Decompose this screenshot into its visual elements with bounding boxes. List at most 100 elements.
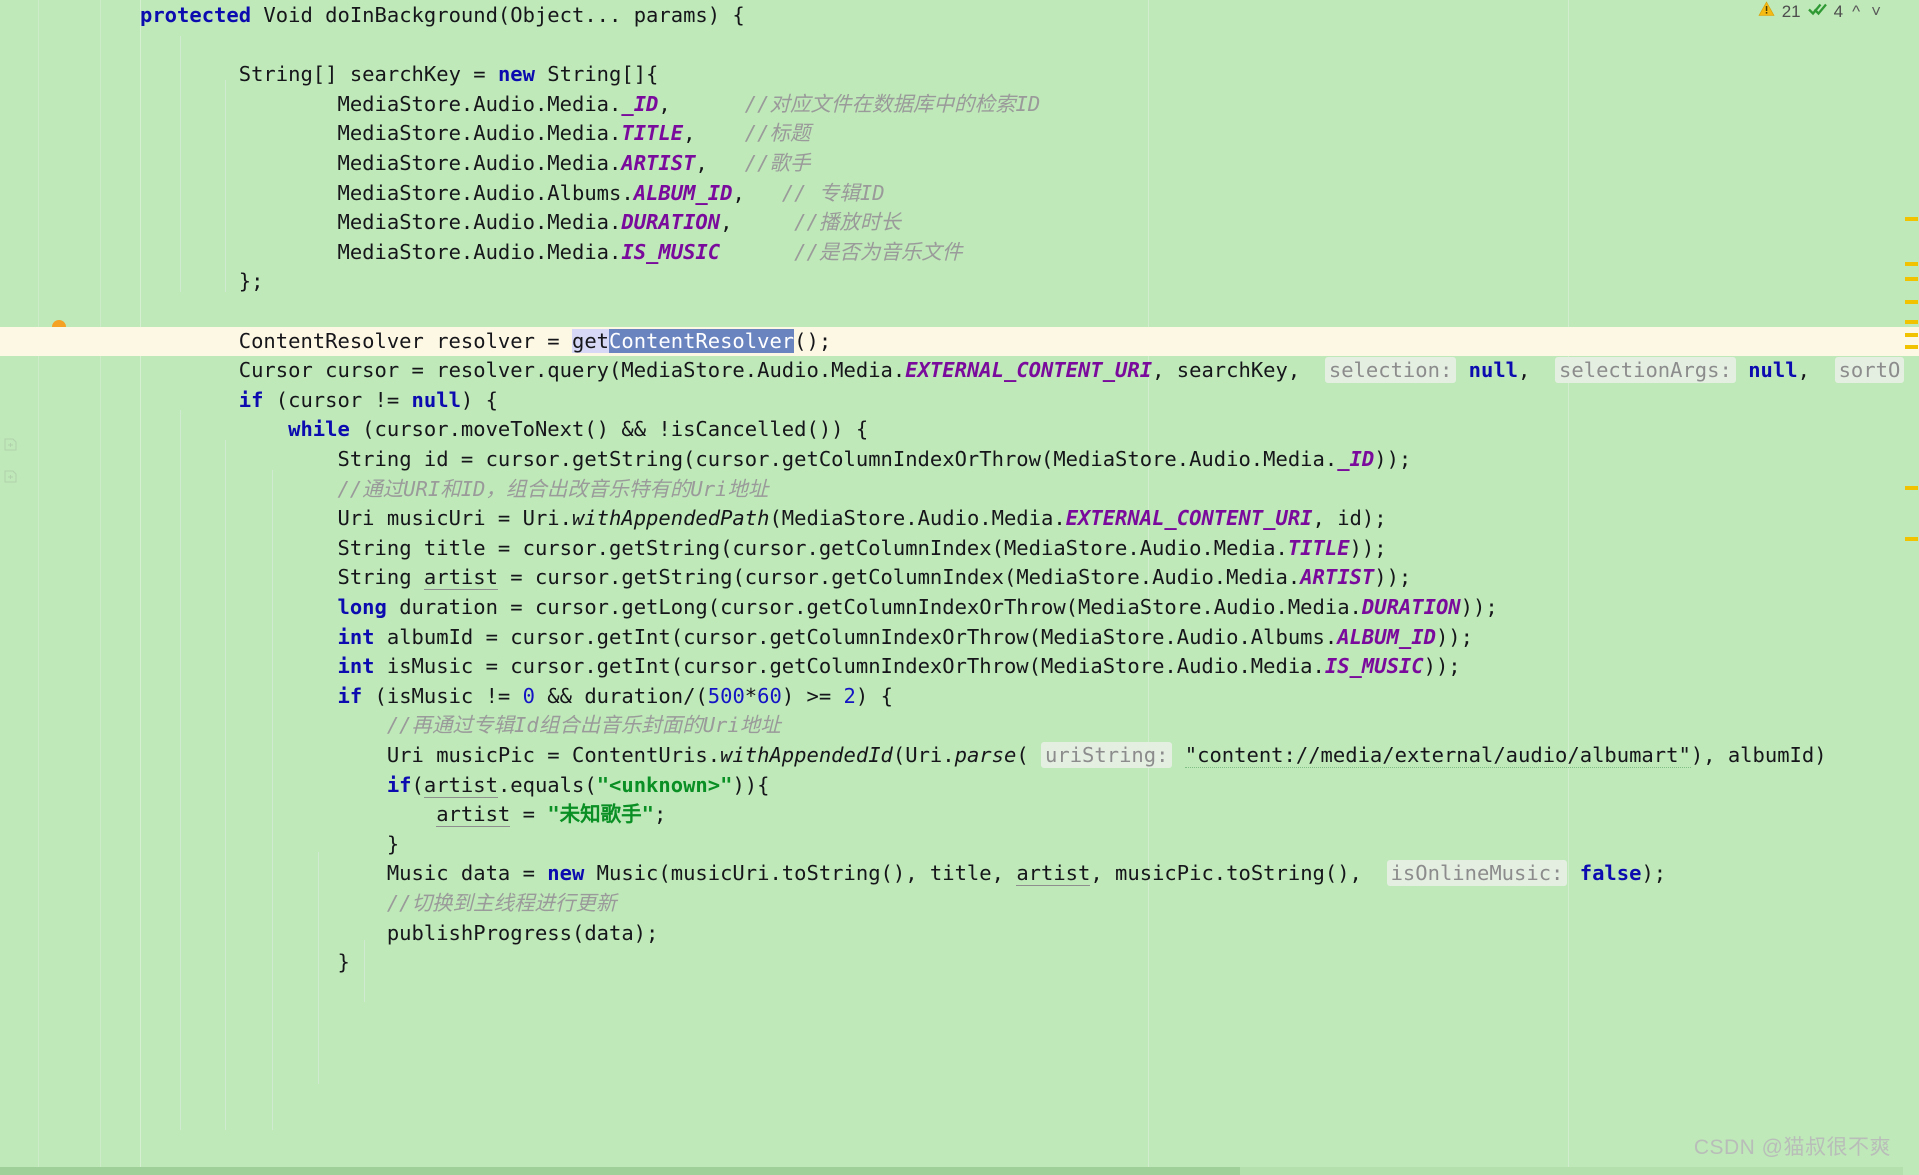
error-stripe-mark[interactable] [1905,333,1918,337]
code-line[interactable] [0,31,1919,61]
horizontal-scrollbar-thumb[interactable] [0,1167,1240,1175]
code-token: , [1797,358,1835,383]
code-line[interactable]: MediaStore.Audio.Media._ID, //对应文件在数据库中的… [0,90,1919,120]
code-line[interactable]: //切换到主线程进行更新 [0,889,1919,919]
code-line[interactable]: Cursor cursor = resolver.query(MediaStor… [0,356,1919,386]
chevron-down-icon[interactable]: ˅ [1869,3,1883,20]
code-line[interactable]: }; [0,267,1919,297]
code-line[interactable]: long duration = cursor.getLong(cursor.ge… [0,593,1919,623]
code-token: )); [1435,624,1473,649]
code-token: //歌手 [744,151,811,175]
error-stripe-mark[interactable] [1905,262,1918,266]
code-line[interactable]: while (cursor.moveToNext() && !isCancell… [0,415,1919,445]
code-token: , [732,180,745,205]
code-line[interactable] [0,297,1919,327]
error-stripe-mark[interactable] [1905,217,1918,221]
code-line[interactable]: artist = "未知歌手"; [0,800,1919,830]
code-line[interactable]: String[] searchKey = new String[]{ [0,60,1919,90]
code-token: (cursor != [263,387,412,412]
code-line[interactable]: MediaStore.Audio.Media.ARTIST, //歌手 [0,149,1919,179]
code-line[interactable]: if (isMusic != 0 && duration/(500*60) >=… [0,682,1919,712]
code-token: isMusic = cursor.getInt(cursor.getColumn… [374,654,1325,679]
error-stripe-mark[interactable] [1905,300,1918,304]
code-line[interactable]: String id = cursor.getString(cursor.getC… [0,445,1919,475]
code-line[interactable]: //再通过专辑Id组合出音乐封面的Uri地址 [0,711,1919,741]
code-line[interactable]: Uri musicUri = Uri.withAppendedPath(Medi… [0,504,1919,534]
warning-count: 21 [1781,1,1801,21]
code-token: withAppendedPath [571,506,770,531]
code-token: * [744,683,758,708]
code-token: 60 [757,683,782,708]
code-token: (isMusic != [362,683,523,708]
code-line[interactable]: Music data = new Music(musicUri.toString… [0,859,1919,889]
inspection-widget[interactable]: 21 4 ^ ˅ [1758,1,1883,22]
code-token: TITLE [621,121,684,146]
code-token: IS_MUSIC [621,239,721,264]
code-token: Uri musicPic = ContentUris. [386,743,721,767]
code-line[interactable]: int isMusic = cursor.getInt(cursor.getCo… [0,652,1919,682]
code-token: //对应文件在数据库中的检索ID [744,91,1041,116]
code-content[interactable]: protected Void doInBackground(Object... … [0,0,1919,1175]
code-line[interactable]: publishProgress(data); [0,919,1919,949]
error-stripe-mark[interactable] [1905,537,1918,541]
code-token: if [386,772,412,797]
error-stripe-mark[interactable] [1905,277,1918,281]
error-stripe-mark[interactable] [1905,486,1918,490]
code-line[interactable]: int albumId = cursor.getInt(cursor.getCo… [0,623,1919,653]
code-token: ) { [460,387,498,412]
code-token: ( [411,772,424,797]
code-token: artist [436,802,511,828]
code-token: //标题 [744,121,811,146]
code-line[interactable]: MediaStore.Audio.Media.IS_MUSIC //是否为音乐文… [0,238,1919,268]
code-line[interactable]: if (cursor != null) { [0,386,1919,416]
code-token: ; [654,802,667,827]
error-stripe-mark[interactable] [1905,345,1918,349]
code-line[interactable]: protected Void doInBackground(Object... … [0,1,1919,31]
code-token: //再通过专辑Id组合出音乐封面的Uri地址 [386,713,781,738]
code-line[interactable]: String artist = cursor.getString(cursor.… [0,563,1919,593]
code-token: protected [140,3,252,27]
code-line[interactable]: //通过URI和ID，组合出改音乐特有的Uri地址 [0,475,1919,505]
code-token: while [288,417,350,442]
code-token: , musicPic.toString(), [1090,861,1387,886]
code-line[interactable]: MediaStore.Audio.Media.TITLE, //标题 [0,119,1919,149]
code-token: )){ [732,772,770,797]
code-token: ( [1016,743,1042,767]
double-check-icon [1807,1,1827,22]
error-stripe-mark[interactable] [1905,320,1918,324]
code-line[interactable]: MediaStore.Audio.Albums.ALBUM_ID, // 专辑I… [0,179,1919,209]
code-line[interactable]: String title = cursor.getString(cursor.g… [0,534,1919,564]
code-line[interactable]: Uri musicPic = ContentUris.withAppendedI… [0,741,1919,771]
code-token: (Uri. [892,743,955,767]
code-line[interactable]: } [0,948,1919,978]
code-line[interactable]: if(artist.equals("<unknown>")){ [0,771,1919,801]
code-line[interactable]: } [0,830,1919,860]
caret-line[interactable]: ContentResolver resolver = getContentRes… [0,326,1919,357]
code-token: MediaStore.Audio.Media. [337,151,622,175]
chevron-up-icon[interactable]: ^ [1850,3,1862,20]
code-line[interactable]: MediaStore.Audio.Media.DURATION, //播放时长 [0,208,1919,238]
code-token: selection: [1324,357,1457,384]
error-stripe-scrollbar[interactable] [1903,0,1919,1175]
code-token: false [1579,861,1642,886]
selected-text[interactable]: ContentResolver [609,328,795,353]
code-editor[interactable]: protected Void doInBackground(Object... … [0,0,1919,1175]
code-token: new [497,62,535,87]
